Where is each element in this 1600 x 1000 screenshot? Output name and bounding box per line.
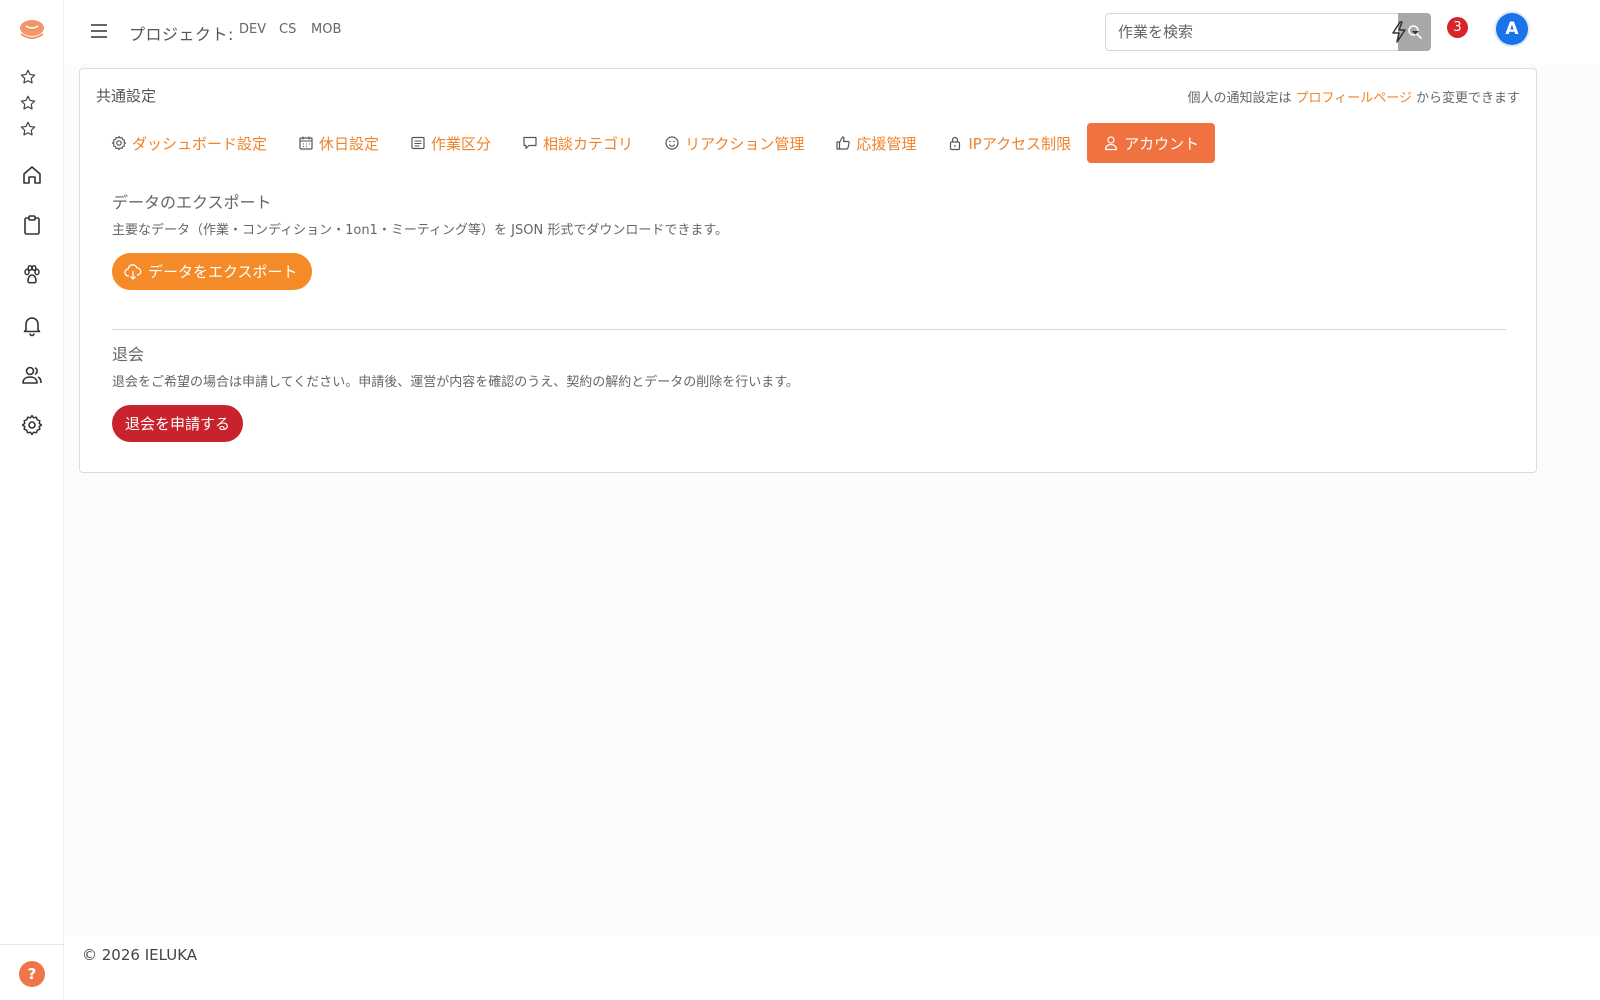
- top-bar: プロジェクト: DEV CS MOB 3 A: [64, 0, 1600, 64]
- gear-icon: [111, 135, 127, 151]
- settings-tabs: ダッシュボード設定 休日設定 作業区分 相談カテゴリ リアクション管理 応援管理…: [96, 123, 1216, 163]
- tab-dashboard-settings[interactable]: ダッシュボード設定: [96, 123, 282, 163]
- notice-text-after: から変更できます: [1415, 91, 1520, 106]
- sidebar-divider: [0, 944, 64, 945]
- project-link-cs[interactable]: CS: [279, 22, 296, 37]
- calendar-icon: [299, 136, 313, 150]
- list-icon: [411, 136, 425, 150]
- sidebar: ?: [0, 0, 64, 1000]
- chat-icon: [523, 136, 537, 150]
- tab-cheer-management[interactable]: 応援管理: [820, 123, 931, 163]
- cloud-download-icon: [124, 263, 142, 280]
- thumbs-up-icon: [836, 136, 851, 150]
- export-section-description: 主要なデータ（作業・コンディション・1on1・ミーティング等）を JSON 形式…: [112, 223, 729, 238]
- tab-label: ダッシュボード設定: [132, 134, 268, 153]
- clipboard-icon[interactable]: [20, 213, 44, 237]
- export-button-label: データをエクスポート: [148, 264, 298, 281]
- request-withdrawal-button[interactable]: 退会を申請する: [112, 405, 244, 442]
- notification-badge[interactable]: 3: [1447, 17, 1468, 38]
- favorite-star-icon[interactable]: [19, 120, 37, 138]
- bell-icon[interactable]: [20, 313, 44, 337]
- gear-icon[interactable]: [20, 413, 44, 437]
- users-icon[interactable]: [20, 363, 44, 387]
- withdraw-section-description: 退会をご希望の場合は申請してください。申請後、運営が内容を確認のうえ、契約の解約…: [112, 375, 799, 390]
- search-input[interactable]: [1105, 13, 1398, 51]
- avatar[interactable]: A: [1496, 13, 1528, 45]
- withdraw-button-label: 退会を申請する: [125, 416, 231, 433]
- project-link-mob[interactable]: MOB: [311, 22, 341, 37]
- project-link-dev[interactable]: DEV: [239, 22, 266, 37]
- home-icon[interactable]: [20, 163, 44, 187]
- tab-label: 相談カテゴリ: [543, 134, 634, 153]
- lock-icon: [950, 136, 961, 151]
- project-label: プロジェクト:: [129, 25, 234, 44]
- tab-account[interactable]: アカウント: [1087, 123, 1216, 163]
- logo-icon[interactable]: [17, 18, 47, 44]
- notice-text-before: 個人の通知設定は: [1187, 91, 1292, 106]
- quick-action-bolt-icon[interactable]: [1388, 20, 1422, 44]
- tab-label: 休日設定: [319, 134, 380, 153]
- tab-label: アカウント: [1124, 134, 1200, 153]
- main-content: 共通設定 個人の通知設定は プロフィールページ から変更できます ダッシュボード設定…: [64, 64, 1600, 936]
- menu-icon[interactable]: [88, 20, 110, 42]
- tab-work-category[interactable]: 作業区分: [395, 123, 506, 163]
- page-title: 共通設定: [96, 87, 157, 105]
- settings-card: 共通設定 個人の通知設定は プロフィールページ から変更できます ダッシュボード設定…: [79, 68, 1537, 473]
- tab-reaction-management[interactable]: リアクション管理: [649, 123, 819, 163]
- help-button[interactable]: ?: [19, 961, 45, 987]
- export-section-title: データのエクスポート: [112, 193, 272, 212]
- withdraw-section-title: 退会: [112, 345, 145, 364]
- person-icon: [1104, 136, 1118, 151]
- footer-copyright: © 2026 IELUKA: [82, 946, 198, 964]
- tab-holiday-settings[interactable]: 休日設定: [283, 123, 394, 163]
- tab-label: リアクション管理: [685, 134, 805, 153]
- tab-consultation-category[interactable]: 相談カテゴリ: [507, 123, 648, 163]
- export-data-button[interactable]: データをエクスポート: [112, 253, 312, 290]
- paw-icon[interactable]: [20, 263, 44, 287]
- favorite-star-icon[interactable]: [19, 94, 37, 112]
- tab-label: 応援管理: [856, 134, 917, 153]
- tab-label: IPアクセス制限: [968, 134, 1072, 153]
- profile-page-link[interactable]: プロフィールページ: [1296, 91, 1412, 106]
- smile-icon: [665, 136, 679, 150]
- section-divider: [112, 329, 1506, 330]
- tab-label: 作業区分: [431, 134, 492, 153]
- tab-ip-access-restriction[interactable]: IPアクセス制限: [932, 123, 1086, 163]
- notification-notice: 個人の通知設定は プロフィールページ から変更できます: [1187, 87, 1520, 106]
- favorite-star-icon[interactable]: [19, 68, 37, 86]
